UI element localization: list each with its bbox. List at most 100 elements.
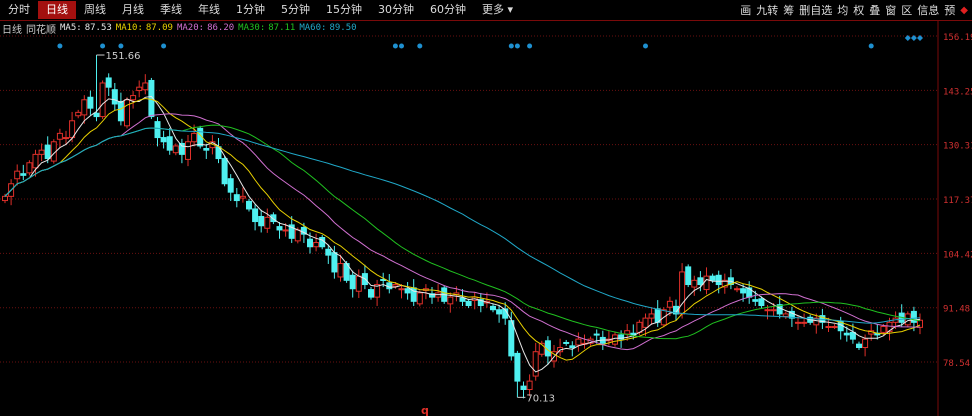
tab-9[interactable]: 30分钟 [370, 1, 422, 19]
candle [520, 381, 527, 399]
tool-button-4[interactable]: 均 [837, 2, 848, 18]
candle [111, 82, 118, 111]
ma10-line [4, 97, 921, 361]
tab-6[interactable]: 1分钟 [228, 1, 273, 19]
candle-body [203, 147, 210, 151]
candle-body [172, 145, 179, 154]
candle [782, 311, 789, 319]
tab-10[interactable]: 60分钟 [422, 1, 474, 19]
candle-body [392, 284, 399, 287]
candle [227, 174, 234, 201]
tool-button-5[interactable]: 权 [853, 2, 864, 18]
tab-2[interactable]: 周线 [76, 1, 114, 19]
tab-8[interactable]: 15分钟 [318, 1, 370, 19]
candle-body [258, 216, 265, 227]
candle [246, 198, 252, 212]
tool-button-0[interactable]: 画 [740, 2, 751, 18]
period-label: 日线 [2, 24, 22, 36]
candle-body [465, 300, 472, 307]
candle-body [740, 288, 747, 294]
candle [87, 90, 94, 115]
candle [679, 263, 686, 319]
candle [264, 208, 271, 233]
y-tick-label: 91.48 [943, 305, 970, 315]
candle [44, 136, 51, 164]
candle-body [325, 248, 332, 256]
candle [361, 264, 368, 290]
ma30-line [4, 124, 921, 340]
tab-4[interactable]: 季线 [152, 1, 190, 19]
candle-body [508, 320, 515, 357]
tool-button-2[interactable]: 筹 [783, 2, 794, 18]
signal-dot-icon [417, 43, 423, 49]
y-tick-label: 104.42 [943, 250, 972, 260]
candle-body [563, 341, 570, 344]
low-price-label: 70.13 [526, 393, 555, 404]
candle [477, 292, 484, 313]
tool-button-8[interactable]: 区 [901, 2, 912, 18]
candle [14, 164, 21, 186]
candle [435, 284, 442, 302]
candle [648, 307, 655, 325]
ma-label: MA20: [176, 23, 205, 33]
tool-button-7[interactable]: 窗 [885, 2, 896, 18]
candle [215, 137, 222, 164]
signal-diamond-icon [917, 35, 923, 41]
stock-name: 同花顺 [26, 24, 56, 36]
candle [514, 350, 521, 398]
tab-3[interactable]: 月线 [114, 1, 152, 19]
tool-button-3[interactable]: 删自选 [799, 2, 832, 18]
candle-body [764, 309, 771, 312]
candle [557, 338, 564, 357]
tool-button-6[interactable]: 叠 [869, 2, 880, 18]
signal-dot-icon [643, 43, 648, 49]
candle-body [526, 380, 533, 391]
candle-body [666, 300, 673, 308]
candle-body [648, 313, 655, 319]
y-tick-label: 156.19 [943, 33, 972, 43]
tool-button-1[interactable]: 九转 [756, 2, 778, 18]
candle [203, 143, 210, 159]
candle-body [99, 82, 106, 118]
candle-body [734, 288, 740, 291]
candle-body [93, 112, 100, 118]
candle-body [795, 321, 801, 324]
tool-button-10[interactable]: 预 [944, 2, 955, 18]
expand-arrow-icon[interactable]: ◆ [960, 5, 968, 16]
candle-body [569, 345, 576, 349]
ma-value: 87.11 [268, 23, 296, 33]
candle-body [880, 326, 887, 333]
candle [465, 298, 472, 309]
candle [734, 286, 740, 293]
candle-body [612, 334, 618, 345]
candle-body [679, 271, 686, 315]
candle [221, 156, 228, 187]
tab-11[interactable]: 更多 ▾ [474, 1, 521, 19]
candle [532, 342, 539, 381]
tab-1[interactable]: 日线 [38, 1, 76, 19]
candle-body [221, 158, 228, 185]
candle [172, 143, 179, 156]
candle-body [825, 326, 832, 329]
tab-0[interactable]: 分时 [0, 1, 38, 19]
tab-7[interactable]: 5分钟 [273, 1, 318, 19]
candlestick-chart[interactable]: 156.19 143.25 130.31 117.37 104.42 91.48 78.54… [0, 0, 972, 416]
candle-body [233, 194, 240, 202]
candle-body [496, 309, 503, 315]
ma-value: 86.20 [207, 23, 235, 33]
candle-body [758, 298, 765, 307]
tab-5[interactable]: 年线 [190, 1, 228, 19]
candle-body [459, 297, 466, 302]
candle-body [752, 299, 759, 302]
tool-button-9[interactable]: 信息 [917, 2, 939, 18]
candle-body [520, 385, 527, 391]
candle [856, 341, 862, 351]
candle-body [313, 242, 320, 248]
candle-body [239, 195, 246, 199]
candle-body [691, 279, 698, 288]
candle-body [770, 309, 777, 312]
candle-body [154, 121, 161, 139]
ma-legend-item: MA10: 87.09 [116, 23, 173, 33]
candle-body [404, 288, 411, 294]
candle-body [715, 274, 722, 286]
